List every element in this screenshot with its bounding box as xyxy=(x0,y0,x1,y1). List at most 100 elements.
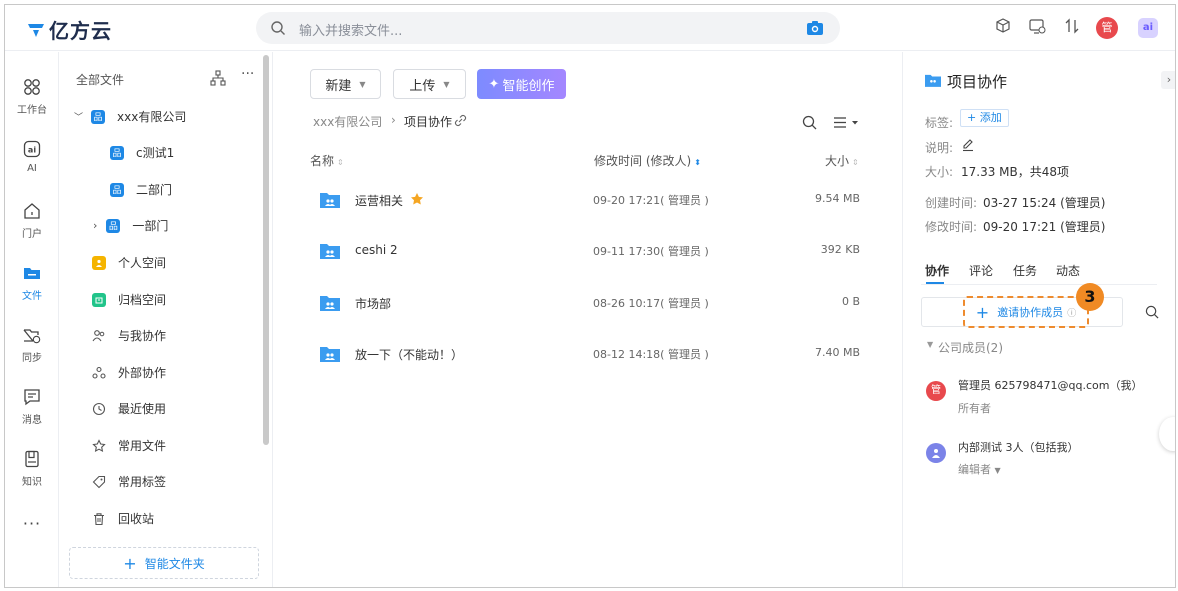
file-size: 9.54 MB xyxy=(814,192,860,205)
user-avatar[interactable]: 管 xyxy=(1096,17,1118,39)
member-name: 内部测试 3人（包括我） xyxy=(958,441,1079,454)
sidebar-item-label: 回收站 xyxy=(118,512,155,526)
camera-icon[interactable] xyxy=(806,19,824,37)
edit-icon[interactable] xyxy=(961,138,975,152)
sidebar-item-label: 常用文件 xyxy=(118,439,167,453)
table-row[interactable]: 放一下（不能动！） 08-12 14:18( 管理员 ) 7.40 MB xyxy=(305,339,865,379)
file-name[interactable]: 放一下（不能动！） xyxy=(355,346,463,363)
column-label: 大小 xyxy=(825,154,850,168)
sidebar-item-personal[interactable]: 个人空间 xyxy=(92,254,166,271)
created-value: 03-27 15:24 (管理员) xyxy=(983,196,1106,210)
caret-down-icon: ▼ xyxy=(994,466,1001,475)
sidebar-item-tags[interactable]: 常用标签 xyxy=(92,473,166,490)
org-chart-icon[interactable] xyxy=(210,70,226,86)
ai-assistant-icon[interactable]: ai xyxy=(1138,18,1158,38)
screen-icon[interactable] xyxy=(1028,17,1046,35)
upload-button[interactable]: 上传 ▼ xyxy=(393,69,466,99)
tree-scrollbar[interactable] xyxy=(263,55,269,445)
rail-item-knowledge[interactable]: 知识 xyxy=(5,450,59,488)
invite-members-button[interactable]: + 邀请协作成员 ⓘ xyxy=(963,296,1089,328)
table-row[interactable]: 市场部 08-26 10:17( 管理员 ) 0 B xyxy=(305,288,865,328)
brand-logo[interactable]: 亿方云 xyxy=(25,15,112,44)
rail-item-workbench[interactable]: 工作台 xyxy=(5,78,59,116)
member-role: 编辑者 xyxy=(958,463,991,476)
smart-folder-button[interactable]: + 智能文件夹 xyxy=(69,547,259,579)
sort-icon: ⇕ xyxy=(337,158,344,167)
list-view-icon[interactable] xyxy=(833,116,859,129)
search-input[interactable]: 输入并搜索文件... xyxy=(299,20,402,39)
file-name[interactable]: 运营相关 xyxy=(355,192,403,209)
rail-item-portal[interactable]: 门户 xyxy=(5,202,59,240)
grid-icon xyxy=(24,79,40,95)
sidebar-item-external[interactable]: 外部协作 xyxy=(92,364,166,381)
shared-folder-icon xyxy=(320,347,340,362)
collapse-icon[interactable]: ▼ xyxy=(927,340,933,349)
tab-comments[interactable]: 评论 xyxy=(969,262,993,279)
tag-label: 标签: xyxy=(925,116,954,130)
ai-create-button[interactable]: ✦ 智能创作 xyxy=(477,69,566,99)
file-name[interactable]: ceshi 2 xyxy=(355,243,398,257)
search-icon[interactable] xyxy=(802,115,817,130)
rail-item-sync[interactable]: 同步 xyxy=(5,326,59,364)
logo-icon xyxy=(28,23,44,37)
trash-icon xyxy=(92,512,106,526)
sidebar-item-archive[interactable]: 归档空间 xyxy=(92,291,166,308)
group-avatar xyxy=(926,443,946,463)
transfer-icon[interactable] xyxy=(1063,17,1081,35)
link-icon[interactable] xyxy=(454,114,467,127)
tab-activity[interactable]: 动态 xyxy=(1056,262,1080,279)
file-name[interactable]: 市场部 xyxy=(355,295,391,312)
sidebar-item-recent[interactable]: 最近使用 xyxy=(92,400,166,417)
members-group-label[interactable]: 公司成员(2) xyxy=(938,339,1003,356)
home-icon xyxy=(24,203,40,219)
created-label: 创建时间: xyxy=(925,196,978,210)
sparkle-icon: ✦ xyxy=(488,76,500,92)
role-dropdown[interactable]: 编辑者 ▼ xyxy=(958,461,1001,477)
panel-title: 项目协作 xyxy=(947,73,1008,91)
column-header-modified[interactable]: 修改时间 (修改人) ⬍ xyxy=(594,152,701,169)
tab-tasks[interactable]: 任务 xyxy=(1013,262,1037,279)
rail-label: 工作台 xyxy=(17,105,47,116)
shared-folder-icon xyxy=(320,296,340,311)
rail-item-messages[interactable]: 消息 xyxy=(5,388,59,426)
column-header-size[interactable]: 大小 ⇕ xyxy=(825,152,859,169)
table-row[interactable]: 运营相关 09-20 17:21( 管理员 ) 9.54 MB xyxy=(305,185,865,225)
tree-item-dept[interactable]: › 品 一部门 xyxy=(93,217,168,234)
shared-folder-icon xyxy=(320,244,340,259)
more-icon[interactable]: ··· xyxy=(5,514,59,533)
archive-space-icon xyxy=(92,292,106,307)
breadcrumb-root[interactable]: xxx有限公司 xyxy=(313,113,382,130)
ai-create-label: 智能创作 xyxy=(502,78,555,94)
rail-item-ai[interactable]: ai AI xyxy=(5,140,59,174)
add-tag-button[interactable]: + 添加 xyxy=(960,109,1009,127)
new-button[interactable]: 新建 ▼ xyxy=(310,69,381,99)
new-label: 新建 xyxy=(325,78,352,94)
tree-item-dept[interactable]: 品 c测试1 xyxy=(110,144,174,161)
caret-down-icon: ▼ xyxy=(359,79,366,89)
table-row[interactable]: ceshi 2 09-11 17:30( 管理员 ) 392 KB xyxy=(305,236,865,276)
sidebar-item-favorites[interactable]: 常用文件 xyxy=(92,437,166,454)
tab-active-indicator xyxy=(926,282,944,284)
size-value: 17.33 MB，共48项 xyxy=(961,165,1070,179)
file-tree-sidebar: 全部文件 ··· ﹀ 品 xxx有限公司 品 c测试1 品 二部门 › 品 一部… xyxy=(60,52,273,587)
caret-down-icon: ▼ xyxy=(443,79,450,89)
column-header-name[interactable]: 名称 ⇕ xyxy=(310,152,344,169)
rail-label: 消息 xyxy=(22,415,42,426)
search-bar[interactable]: 输入并搜索文件... xyxy=(256,12,840,44)
dept-label: c测试1 xyxy=(136,146,175,160)
tab-collab[interactable]: 协作 xyxy=(925,262,949,279)
cube-icon[interactable] xyxy=(994,17,1012,35)
chevron-down-icon[interactable]: ﹀ xyxy=(74,110,83,123)
rail-item-files[interactable]: 文件 xyxy=(5,264,59,302)
sidebar-item-collab[interactable]: 与我协作 xyxy=(92,327,166,344)
tree-item-dept[interactable]: 品 二部门 xyxy=(110,181,172,198)
chevron-right-icon[interactable]: › xyxy=(93,219,97,232)
tree-item-company[interactable]: ﹀ 品 xxx有限公司 xyxy=(74,108,186,125)
app-window: 亿方云 输入并搜索文件... 管 ai 工作台 ai AI 门户 文件 同步 消… xyxy=(4,4,1176,588)
member-search-icon[interactable] xyxy=(1145,305,1159,319)
knowledge-icon xyxy=(25,450,39,468)
star-filled-icon[interactable] xyxy=(410,192,424,206)
tree-more-icon[interactable]: ··· xyxy=(241,66,254,82)
collapse-panel-icon[interactable]: › xyxy=(1161,71,1175,89)
sidebar-item-trash[interactable]: 回收站 xyxy=(92,510,154,527)
